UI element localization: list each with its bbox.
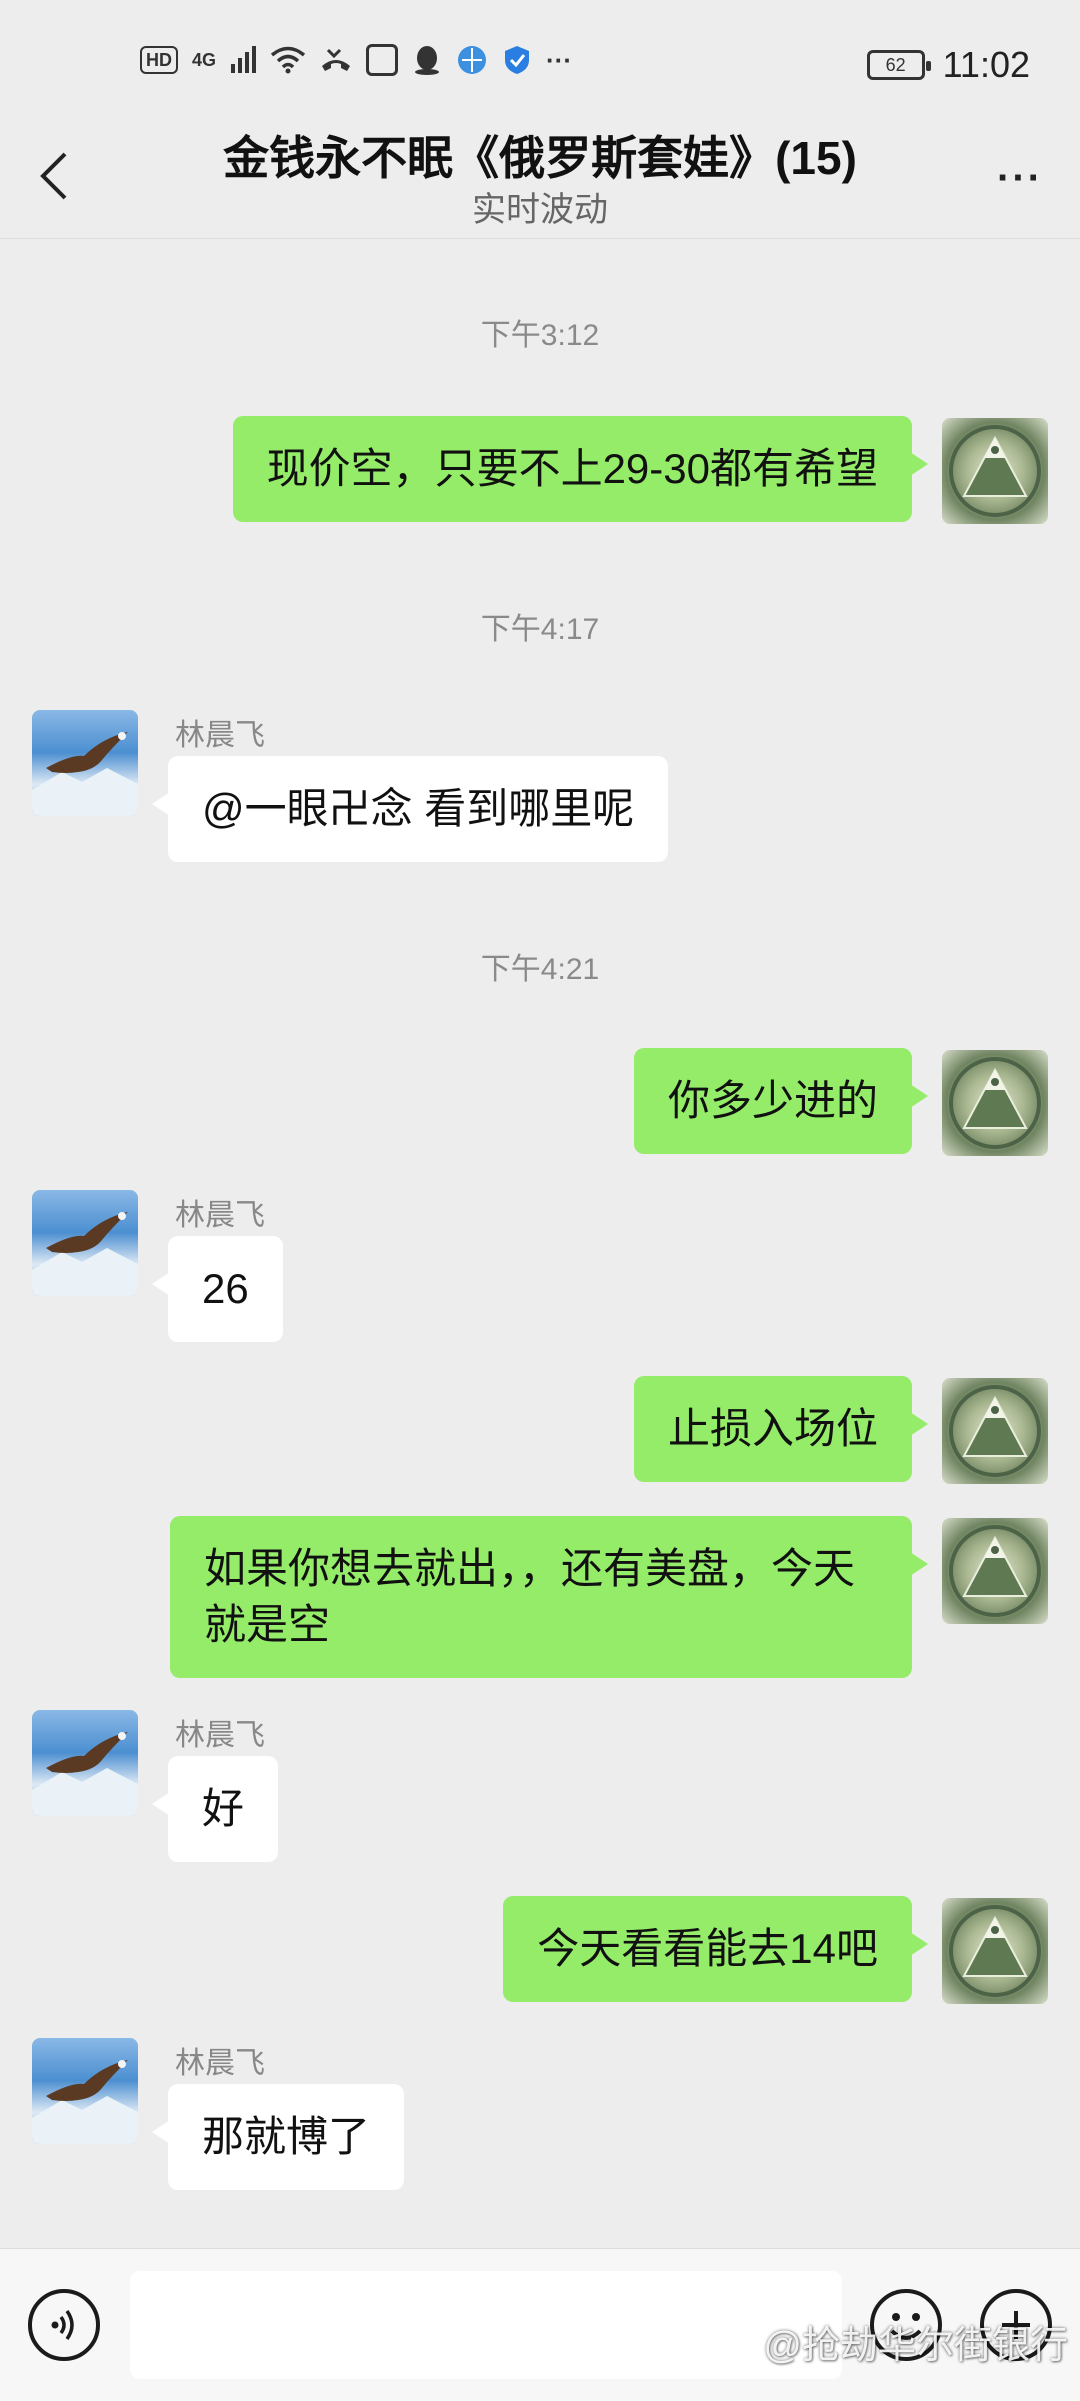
eagle-avatar bbox=[32, 1732, 138, 1816]
signal-icon bbox=[231, 46, 257, 73]
message-bubble[interactable]: 你多少进的 bbox=[633, 1048, 929, 1154]
eagle-avatar bbox=[32, 2060, 138, 2144]
status-icons-right: 62 11:02 bbox=[866, 44, 1030, 86]
message-bubble[interactable]: 如果你想去就出，，还有美盘，今天就是空 bbox=[170, 1516, 928, 1678]
pyramid-eye-avatar bbox=[949, 1525, 1041, 1617]
more-notifications-icon: ··· bbox=[546, 44, 572, 75]
message-bubble[interactable]: @一眼卍念 看到哪里呢 bbox=[151, 756, 669, 862]
avatar[interactable] bbox=[942, 1898, 1048, 2004]
more-icon: ··· bbox=[997, 155, 1043, 200]
qq-icon bbox=[415, 46, 440, 75]
chat-subtitle: 实时波动 bbox=[472, 191, 608, 229]
sender-name: 林晨飞 bbox=[175, 1719, 265, 1752]
eagle-avatar bbox=[32, 732, 138, 816]
sender-name: 林晨飞 bbox=[175, 2047, 265, 2080]
sender-name: 林晨飞 bbox=[175, 719, 265, 752]
watermark: @抢劫华尔街银行 bbox=[763, 2325, 1068, 2367]
avatar[interactable] bbox=[942, 1050, 1048, 1156]
timestamp: 下午3:12 bbox=[480, 319, 600, 352]
pyramid-eye-avatar bbox=[949, 425, 1041, 517]
avatar[interactable] bbox=[32, 710, 138, 816]
voice-button[interactable] bbox=[28, 2289, 100, 2361]
chat-title: 金钱永不眠《俄罗斯套娃》(15) bbox=[223, 132, 857, 184]
avatar[interactable] bbox=[942, 418, 1048, 524]
missed-call-icon bbox=[322, 48, 351, 71]
pyramid-eye-avatar bbox=[949, 1905, 1041, 1997]
network-type: 4G bbox=[192, 49, 217, 70]
pyramid-eye-avatar bbox=[949, 1057, 1041, 1149]
timestamp: 下午4:17 bbox=[480, 613, 600, 646]
message-bubble[interactable]: 那就博了 bbox=[151, 2084, 405, 2190]
shield-icon bbox=[505, 46, 530, 74]
avatar[interactable] bbox=[32, 1710, 138, 1816]
wifi-icon bbox=[270, 46, 306, 74]
message-input[interactable] bbox=[130, 2271, 842, 2379]
chat-header: 金钱永不眠《俄罗斯套娃》(15) 实时波动 ··· bbox=[0, 120, 1080, 239]
browser-icon bbox=[458, 46, 487, 74]
message-bubble[interactable]: 今天看看能去14吧 bbox=[503, 1896, 928, 2002]
battery-level: 62 bbox=[885, 54, 906, 75]
sender-name: 林晨飞 bbox=[175, 1199, 265, 1232]
app-notification-icon bbox=[366, 44, 399, 76]
pyramid-eye-avatar bbox=[949, 1385, 1041, 1477]
message-bubble[interactable]: 现价空，只要不上29-30都有希望 bbox=[232, 416, 929, 522]
message-bubble[interactable]: 好 bbox=[151, 1756, 279, 1862]
avatar[interactable] bbox=[32, 1190, 138, 1296]
status-icons-left: HD 4G ··· bbox=[140, 44, 572, 76]
avatar[interactable] bbox=[32, 2038, 138, 2144]
voice-icon bbox=[51, 2309, 74, 2341]
avatar[interactable] bbox=[942, 1518, 1048, 1624]
status-bar: HD 4G ··· 62 11:02 bbox=[0, 0, 1080, 120]
clock: 11:02 bbox=[942, 44, 1030, 85]
input-bar: @抢劫华尔街银行 bbox=[0, 2248, 1080, 2401]
battery-icon: 62 bbox=[866, 50, 931, 80]
avatar[interactable] bbox=[942, 1378, 1048, 1484]
hd-icon: HD bbox=[140, 46, 178, 74]
more-button[interactable]: ··· bbox=[990, 148, 1050, 208]
message-bubble[interactable]: 26 bbox=[152, 1236, 283, 1342]
timestamp: 下午4:21 bbox=[480, 953, 600, 986]
eagle-avatar bbox=[32, 1212, 138, 1296]
message-bubble[interactable]: 止损入场位 bbox=[633, 1376, 929, 1482]
message-list[interactable]: 下午3:12 现价空，只要不上29-30都有希望 下午4:17 林晨飞 @一眼卍… bbox=[0, 240, 1080, 2240]
